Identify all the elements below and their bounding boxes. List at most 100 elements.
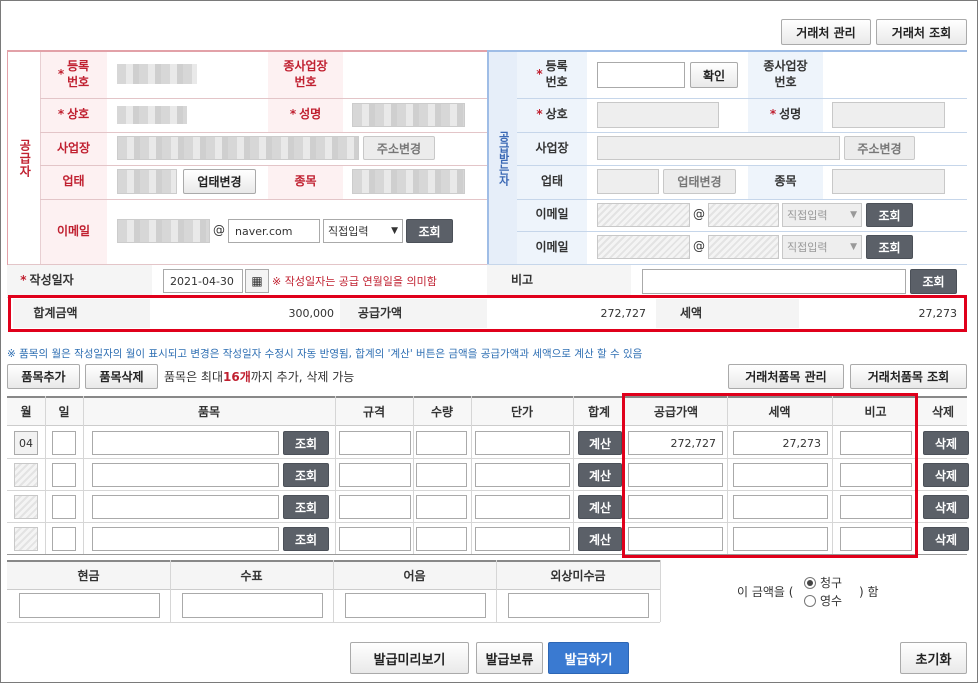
receiver-biz-type-input[interactable] bbox=[597, 169, 659, 194]
row-item-input[interactable] bbox=[92, 495, 279, 519]
receiver-reg-no-input[interactable] bbox=[597, 62, 685, 88]
row-spec-input[interactable] bbox=[339, 431, 411, 455]
row-item-input[interactable] bbox=[92, 431, 279, 455]
issue-button[interactable]: 발급하기 bbox=[548, 642, 629, 674]
row-month-input[interactable] bbox=[14, 527, 38, 551]
row-month-input[interactable]: 04 bbox=[14, 431, 38, 455]
supplier-biz-type-change-button[interactable]: 업태변경 bbox=[183, 169, 256, 194]
supplier-item-input[interactable] bbox=[352, 169, 465, 194]
payment-cash-label: 현금 bbox=[77, 568, 100, 583]
write-date-input[interactable]: 2021-04-30 bbox=[163, 269, 243, 293]
row-calc-button[interactable]: 계산 bbox=[578, 463, 622, 487]
supplier-item-label: 종목 bbox=[294, 174, 317, 189]
supplier-address-label: 사업장 bbox=[56, 140, 91, 155]
receiver-email1-at: @ bbox=[693, 207, 705, 222]
row-delete-button[interactable]: 삭제 bbox=[923, 431, 969, 455]
receiver-item-input[interactable] bbox=[832, 169, 945, 194]
th-sum: 합계 bbox=[587, 404, 611, 419]
radio-receipt-label: 영수 bbox=[820, 594, 843, 608]
receiver-email2-domain-input[interactable] bbox=[708, 235, 779, 259]
row-item-search-button[interactable]: 조회 bbox=[283, 527, 329, 551]
receiver-name-input[interactable] bbox=[597, 102, 719, 128]
supplier-email-domain-input[interactable]: naver.com bbox=[228, 219, 320, 243]
supplier-name-label: * 상호 bbox=[57, 107, 90, 122]
receiver-biz-type-label: 업태 bbox=[540, 174, 564, 189]
supplier-reg-no-label: * 등록 번호 bbox=[57, 59, 90, 89]
row-price-input[interactable] bbox=[475, 431, 570, 455]
supplier-email-select[interactable]: 직접입력 ▼ bbox=[323, 219, 403, 243]
row-day-input[interactable] bbox=[52, 495, 76, 519]
row-item-search-button[interactable]: 조회 bbox=[283, 463, 329, 487]
receiver-email2-id-input[interactable] bbox=[597, 235, 690, 259]
radio-receipt[interactable]: 영수 bbox=[804, 592, 842, 609]
row-month-input[interactable] bbox=[14, 495, 38, 519]
row-spec-input[interactable] bbox=[339, 527, 411, 551]
row-qty-input[interactable] bbox=[416, 431, 467, 455]
radio-claim[interactable]: 청구 bbox=[804, 574, 842, 591]
row-item-search-button[interactable]: 조회 bbox=[283, 431, 329, 455]
partner-search-button[interactable]: 거래처 조회 bbox=[876, 19, 967, 45]
write-date-note: ※ 작성일자는 공급 연월일을 의미함 bbox=[272, 275, 437, 288]
radio-unselected-icon bbox=[804, 594, 816, 607]
item-limit-info: 품목은 최대 16개 까지 추가, 삭제 가능 bbox=[164, 364, 354, 389]
delete-item-button[interactable]: 품목삭제 bbox=[85, 364, 158, 389]
add-item-button[interactable]: 품목추가 bbox=[7, 364, 80, 389]
payment-credit-input[interactable] bbox=[508, 593, 649, 618]
receiver-email1-domain-input[interactable] bbox=[708, 203, 779, 227]
payment-cash-input[interactable] bbox=[19, 593, 160, 618]
row-item-input[interactable] bbox=[92, 527, 279, 551]
row-qty-input[interactable] bbox=[416, 527, 467, 551]
supplier-ceo-label: * 성명 bbox=[289, 107, 322, 122]
supplier-biz-type-input[interactable] bbox=[117, 169, 177, 194]
supplier-email-id-input[interactable] bbox=[117, 219, 210, 243]
receiver-email1-search-button[interactable]: 조회 bbox=[866, 203, 913, 227]
receiver-email-label-1: 이메일 bbox=[535, 207, 569, 222]
row-price-input[interactable] bbox=[475, 527, 570, 551]
receiver-email1-select[interactable]: 직접입력 ▼ bbox=[782, 203, 862, 227]
partner-manage-button[interactable]: 거래처 관리 bbox=[781, 19, 871, 45]
partner-item-manage-button[interactable]: 거래처품목 관리 bbox=[728, 364, 844, 389]
row-item-search-button[interactable]: 조회 bbox=[283, 495, 329, 519]
payment-check-input[interactable] bbox=[182, 593, 323, 618]
calendar-icon[interactable]: ▦ bbox=[245, 269, 269, 293]
row-delete-button[interactable]: 삭제 bbox=[923, 527, 969, 551]
row-qty-input[interactable] bbox=[416, 463, 467, 487]
receiver-biz-type-change-button[interactable]: 업태변경 bbox=[663, 169, 736, 194]
receiver-ceo-input[interactable] bbox=[832, 102, 945, 128]
remark-input[interactable] bbox=[642, 269, 906, 294]
row-item-input[interactable] bbox=[92, 463, 279, 487]
row-month-input[interactable] bbox=[14, 463, 38, 487]
row-delete-button[interactable]: 삭제 bbox=[923, 495, 969, 519]
issue-preview-button[interactable]: 발급미리보기 bbox=[350, 642, 469, 674]
row-day-input[interactable] bbox=[52, 463, 76, 487]
row-delete-button[interactable]: 삭제 bbox=[923, 463, 969, 487]
supplier-email-search-button[interactable]: 조회 bbox=[406, 219, 453, 243]
row-day-input[interactable] bbox=[52, 527, 76, 551]
supplier-ceo-input[interactable] bbox=[352, 103, 465, 127]
amount-text-post: ) 함 bbox=[859, 584, 879, 599]
supplier-address-input[interactable] bbox=[117, 136, 359, 160]
receiver-email2-select[interactable]: 직접입력 ▼ bbox=[782, 235, 862, 259]
row-price-input[interactable] bbox=[475, 495, 570, 519]
write-date-label: * 작성일자 bbox=[20, 273, 74, 288]
row-calc-button[interactable]: 계산 bbox=[578, 527, 622, 551]
row-price-input[interactable] bbox=[475, 463, 570, 487]
amount-text-pre: 이 금액을 ( bbox=[737, 584, 794, 599]
row-qty-input[interactable] bbox=[416, 495, 467, 519]
receiver-address-input[interactable] bbox=[597, 136, 840, 160]
payment-note-input[interactable] bbox=[345, 593, 486, 618]
row-spec-input[interactable] bbox=[339, 463, 411, 487]
reset-button[interactable]: 초기화 bbox=[900, 642, 967, 674]
receiver-confirm-button[interactable]: 확인 bbox=[690, 62, 738, 88]
row-calc-button[interactable]: 계산 bbox=[578, 495, 622, 519]
receiver-email2-search-button[interactable]: 조회 bbox=[866, 235, 913, 259]
partner-item-search-button[interactable]: 거래처품목 조회 bbox=[850, 364, 967, 389]
supplier-address-change-button[interactable]: 주소변경 bbox=[363, 136, 435, 160]
remark-search-button[interactable]: 조회 bbox=[910, 269, 957, 294]
row-calc-button[interactable]: 계산 bbox=[578, 431, 622, 455]
receiver-address-change-button[interactable]: 주소변경 bbox=[844, 136, 915, 160]
receiver-email1-id-input[interactable] bbox=[597, 203, 690, 227]
row-day-input[interactable] bbox=[52, 431, 76, 455]
issue-hold-button[interactable]: 발급보류 bbox=[476, 642, 543, 674]
row-spec-input[interactable] bbox=[339, 495, 411, 519]
